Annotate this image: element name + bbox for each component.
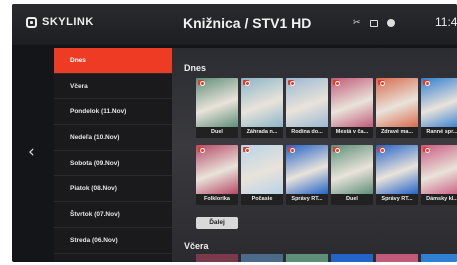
- replay-badge-icon: [288, 147, 295, 153]
- replay-badge-icon: [333, 147, 340, 153]
- recordings-grid: Dnes Duel Záhrada n... Rodina do... Mest…: [172, 48, 457, 262]
- program-title: Počasie: [241, 194, 283, 205]
- section-title-today: Dnes: [184, 63, 207, 73]
- chevron-left-icon[interactable]: ‹: [28, 142, 35, 162]
- sidebar-item-pondelok[interactable]: Pondelok (11.Nov): [54, 99, 172, 126]
- program-card[interactable]: Dámsky kl...: [421, 145, 457, 205]
- program-card[interactable]: Rodina do...: [286, 78, 328, 138]
- program-title: Ranné spr...: [421, 127, 457, 138]
- program-title: Duel: [196, 127, 238, 138]
- skylink-logo-icon: [26, 16, 37, 28]
- program-card-partial[interactable]: [241, 254, 283, 262]
- sidebar-item-streda[interactable]: Streda (06.Nov): [54, 228, 172, 254]
- recording-icon: [369, 19, 378, 27]
- clock: 11:4: [435, 15, 457, 29]
- program-title: Správy RT...: [376, 194, 418, 205]
- sidebar-item-dnes[interactable]: Dnes: [54, 48, 172, 74]
- program-title: Záhrada n...: [241, 127, 283, 138]
- replay-badge-icon: [243, 80, 250, 86]
- tv-screen: SKYLINK Knižnica / STV1 HD ✂ 11:4 ‹ Dnes…: [12, 4, 457, 262]
- settings-tools-icon: ✂: [353, 18, 361, 28]
- program-title: Duel: [331, 194, 373, 205]
- replay-badge-icon: [198, 147, 205, 153]
- replay-badge-icon: [333, 80, 340, 86]
- program-card-partial[interactable]: [331, 254, 373, 262]
- program-card-partial[interactable]: [196, 254, 238, 262]
- program-title: Mestá v ča...: [331, 127, 373, 138]
- program-title: Zdravé ma...: [376, 127, 418, 138]
- replay-badge-icon: [198, 80, 205, 86]
- sidebar-item-nedela[interactable]: Nedeľa (10.Nov): [54, 125, 172, 151]
- program-title: Rodina do...: [286, 127, 328, 138]
- program-card[interactable]: Mestá v ča...: [331, 78, 373, 138]
- replay-badge-icon: [288, 80, 295, 86]
- sidebar-item-sobota[interactable]: Sobota (09.Nov): [54, 151, 172, 177]
- program-card[interactable]: Zdravé ma...: [376, 78, 418, 138]
- program-title: Dámsky kl...: [421, 194, 457, 205]
- program-card[interactable]: Ranné spr...: [421, 78, 457, 138]
- program-card[interactable]: Správy RT...: [376, 145, 418, 205]
- replay-badge-icon: [423, 80, 430, 86]
- top-bar: SKYLINK Knižnica / STV1 HD ✂ 11:4: [12, 4, 457, 45]
- program-card-partial[interactable]: [376, 254, 418, 262]
- replay-badge-icon: [423, 147, 430, 153]
- replay-badge-icon: [378, 147, 385, 153]
- program-title: Správy RT...: [286, 194, 328, 205]
- program-title: Folklorika: [196, 194, 238, 205]
- program-card[interactable]: Záhrada n...: [241, 78, 283, 138]
- program-card[interactable]: Správy RT...: [286, 145, 328, 205]
- more-button[interactable]: Ďalej: [196, 217, 238, 229]
- replay-badge-icon: [378, 80, 385, 86]
- status-icons: ✂: [353, 18, 395, 28]
- date-sidebar: Dnes Včera Pondelok (11.Nov) Nedeľa (10.…: [54, 48, 172, 262]
- program-card[interactable]: Duel: [196, 78, 238, 138]
- brand-logo: SKYLINK: [26, 16, 94, 28]
- brand-name: SKYLINK: [42, 16, 94, 28]
- program-card[interactable]: Počasie: [241, 145, 283, 205]
- program-card-partial[interactable]: [286, 254, 328, 262]
- program-card-partial[interactable]: [421, 254, 457, 262]
- sidebar-item-piatok[interactable]: Piatok (08.Nov): [54, 176, 172, 203]
- program-card[interactable]: Folklorika: [196, 145, 238, 205]
- sidebar-item-stvrtok[interactable]: Štvrtok (07.Nov): [54, 202, 172, 228]
- program-card[interactable]: Duel: [331, 145, 373, 205]
- record-dot-icon: [386, 19, 395, 27]
- replay-badge-icon: [243, 147, 250, 153]
- page-title: Knižnica / STV1 HD: [183, 15, 312, 31]
- sidebar-item-vcera[interactable]: Včera: [54, 74, 172, 100]
- section-title-yesterday: Včera: [184, 241, 209, 251]
